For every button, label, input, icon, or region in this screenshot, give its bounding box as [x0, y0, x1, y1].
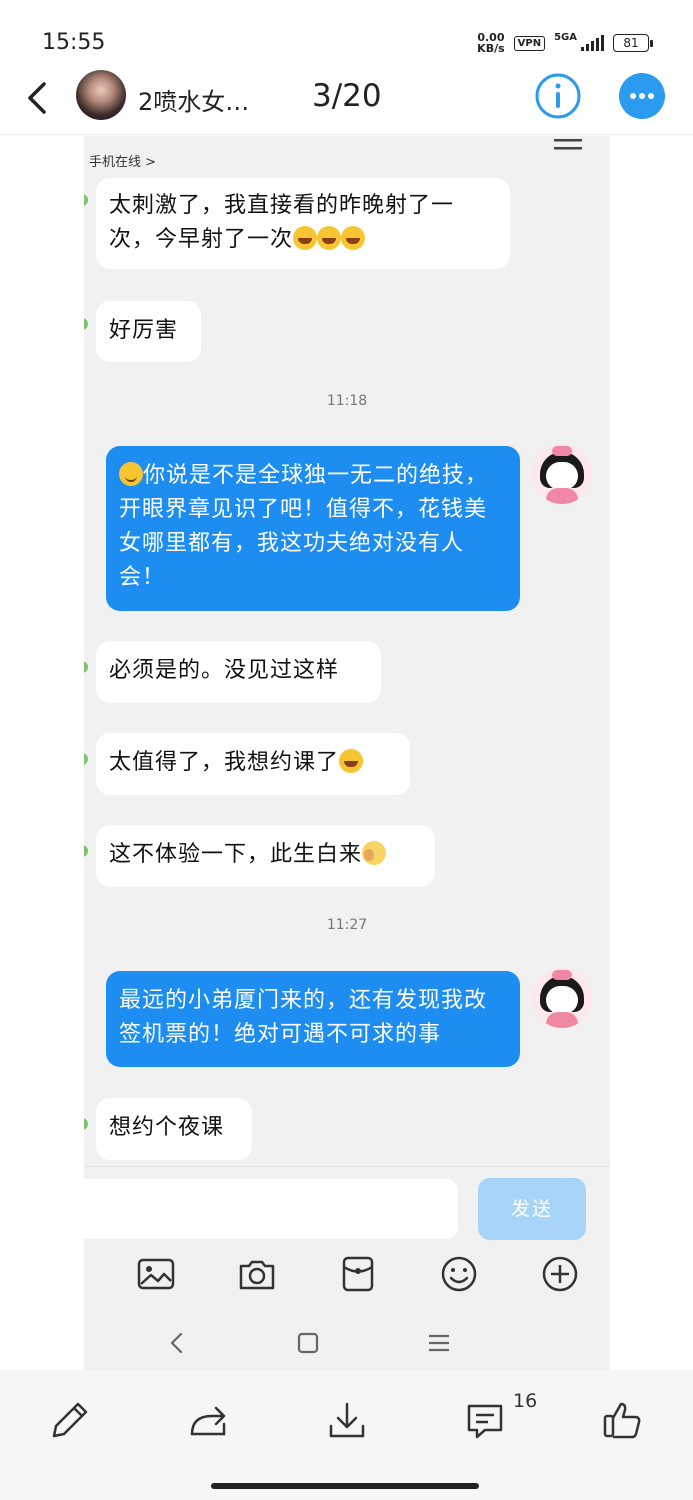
- timestamp: 11:18: [326, 393, 368, 409]
- message-bubble: 这不体验一下，此生白来: [96, 825, 435, 887]
- message-text: 太刺激了，我直接看的昨晚射了一次，今早射了一次: [109, 193, 455, 252]
- net-speed-unit: KB/s: [477, 42, 505, 55]
- laughing-emoji-icon: [341, 226, 366, 250]
- user-avatar: [532, 968, 592, 1028]
- home-indicator[interactable]: [211, 1483, 479, 1489]
- red-packet-icon: [342, 1256, 374, 1292]
- message-text: 太值得了，我想约课了: [109, 750, 340, 775]
- message-text: 必须是的。没见过这样: [109, 658, 340, 683]
- vpn-icon: VPN: [513, 35, 546, 51]
- more-button[interactable]: [619, 73, 665, 119]
- battery-icon: 81: [613, 34, 653, 52]
- user-avatar: [532, 444, 592, 504]
- message-input: [84, 1179, 458, 1239]
- image-icon: [137, 1258, 175, 1290]
- more-dots-icon: [630, 93, 654, 99]
- chat-toolbar: [84, 1254, 610, 1304]
- message-bubble: 想约个夜课: [96, 1098, 252, 1160]
- emoji-icon: [441, 1256, 477, 1292]
- status-bar: 15:55 0.00 KB/s VPN 5GA 81: [0, 0, 693, 62]
- incoming-avatar-edge: [84, 1118, 88, 1130]
- info-icon[interactable]: [535, 73, 581, 119]
- like-icon[interactable]: [601, 1398, 645, 1442]
- nav-recents-icon: [429, 1334, 449, 1352]
- message-bubble: 必须是的。没见过这样: [96, 641, 381, 703]
- message-bubble: 好厉害: [96, 301, 201, 362]
- message-composer: 发送: [84, 1166, 610, 1247]
- message-text: 最远的小弟厦门来的，还有发现我改签机票的！绝对可遇不可求的事: [119, 988, 488, 1047]
- timestamp: 11:27: [326, 917, 368, 933]
- comment-icon[interactable]: [463, 1398, 507, 1442]
- chat-partner-name: ▔▔▔▔ ◦: [84, 136, 164, 144]
- page-counter: 3/20: [312, 78, 382, 114]
- back-arrow-icon[interactable]: [22, 78, 54, 118]
- incoming-avatar-edge: [84, 194, 88, 206]
- net-speed: 0.00 KB/s: [477, 32, 504, 54]
- chat-screenshot: ▔▔▔▔ ◦ 手机在线 > 太刺激了，我直接看的昨晚射了一次，今早射了一次 好厉…: [84, 136, 610, 1370]
- message-text: 你说是不是全球独一无二的绝技，开眼界章见识了吧！值得不，花钱美女哪里都有，我这功…: [119, 463, 489, 590]
- face-with-hand-emoji-icon: [362, 841, 387, 865]
- network-type: 5GA: [554, 32, 577, 43]
- app-header: 2喷水女… 3/20: [0, 62, 693, 135]
- message-bubble: 太值得了，我想约课了: [96, 733, 410, 795]
- incoming-avatar-edge: [84, 845, 88, 857]
- nav-home-icon: [297, 1332, 319, 1354]
- online-status: 手机在线 >: [89, 155, 157, 170]
- action-bar: 16: [0, 1370, 693, 1500]
- laughing-emoji-icon: [339, 749, 364, 773]
- plus-icon: [542, 1256, 578, 1292]
- message-bubble: 你说是不是全球独一无二的绝技，开眼界章见识了吧！值得不，花钱美女哪里都有，我这功…: [106, 446, 520, 611]
- message-text: 这不体验一下，此生白来: [109, 842, 363, 867]
- laughing-emoji-icon: [317, 226, 342, 250]
- incoming-avatar-edge: [84, 661, 88, 673]
- incoming-avatar-edge: [84, 318, 88, 330]
- signal-icon: 5GA: [554, 32, 604, 51]
- laughing-emoji-icon: [293, 226, 318, 250]
- comment-count: 16: [513, 1390, 538, 1412]
- download-icon[interactable]: [325, 1398, 369, 1442]
- share-icon[interactable]: [186, 1398, 230, 1442]
- nav-back-icon: [170, 1332, 183, 1354]
- message-bubble: 太刺激了，我直接看的昨晚射了一次，今早射了一次: [96, 178, 510, 269]
- menu-icon: [554, 139, 582, 150]
- post-title[interactable]: 2喷水女…: [138, 82, 249, 117]
- message-text: 好厉害: [109, 318, 179, 343]
- avatar[interactable]: [76, 70, 126, 120]
- message-bubble: 最远的小弟厦门来的，还有发现我改签机票的！绝对可遇不可求的事: [106, 971, 520, 1067]
- status-icons: 0.00 KB/s VPN 5GA 81: [477, 32, 653, 54]
- incoming-avatar-edge: [84, 753, 88, 765]
- system-navigation: [84, 1314, 610, 1370]
- message-text: 想约个夜课: [109, 1115, 225, 1140]
- camera-icon: [239, 1260, 275, 1290]
- status-time: 15:55: [42, 30, 106, 55]
- smiley-emoji-icon: [119, 462, 143, 486]
- edit-icon[interactable]: [48, 1398, 92, 1442]
- send-button: 发送: [478, 1178, 586, 1240]
